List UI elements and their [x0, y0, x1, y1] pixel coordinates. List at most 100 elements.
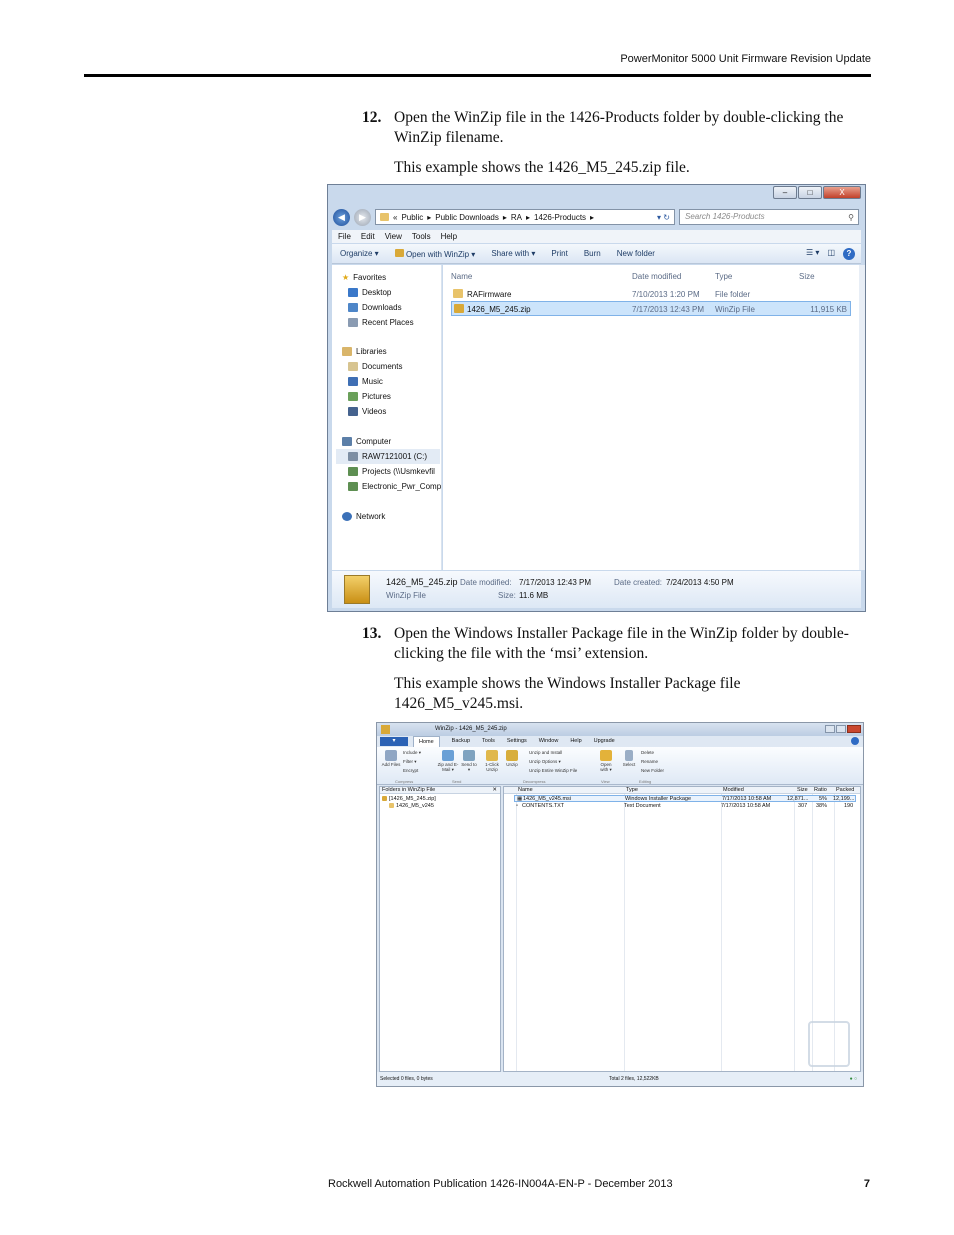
nav-desktop[interactable]: Desktop — [348, 288, 391, 297]
scrollbar[interactable] — [859, 265, 865, 570]
nav-drive-c[interactable]: RAW7121001 (C:) — [336, 449, 440, 464]
nav-computer[interactable]: Computer — [342, 437, 391, 446]
breadcrumb-public[interactable]: Public — [401, 213, 423, 222]
close-button[interactable]: X — [823, 186, 861, 199]
refresh-icon[interactable]: ▾ ↻ — [657, 213, 674, 222]
add-files-button[interactable]: Add Files — [381, 750, 401, 767]
nav-libraries[interactable]: Libraries — [342, 347, 387, 356]
column-size[interactable]: Size — [797, 787, 808, 793]
nav-projects-drive[interactable]: Projects (\\Usmkevfil — [348, 467, 435, 476]
new-folder-button[interactable]: New Folder — [641, 768, 664, 773]
breadcrumb-public-downloads[interactable]: Public Downloads — [435, 213, 499, 222]
back-arrow-icon[interactable]: ◀ — [333, 208, 350, 226]
help-icon[interactable] — [851, 737, 859, 745]
column-name[interactable]: Name — [451, 272, 472, 281]
minimize-button[interactable] — [825, 725, 835, 733]
ribbon-label: Add Files — [381, 762, 401, 767]
print-button[interactable]: Print — [551, 249, 567, 258]
column-type[interactable]: Type — [626, 787, 638, 793]
tab-window[interactable]: Window — [539, 736, 559, 747]
tab-tools[interactable]: Tools — [482, 736, 495, 747]
column-type[interactable]: Type — [715, 272, 732, 281]
tab-settings[interactable]: Settings — [507, 736, 527, 747]
delete-button[interactable]: Delete — [641, 750, 654, 755]
search-icon[interactable]: ⚲ — [848, 211, 854, 225]
nav-videos[interactable]: Videos — [348, 407, 386, 416]
nav-pictures[interactable]: Pictures — [348, 392, 391, 401]
encrypt-button[interactable]: Encrypt — [403, 768, 418, 773]
unzip-button[interactable]: Unzip — [504, 750, 520, 767]
organize-button[interactable]: Organize ▾ — [340, 249, 379, 258]
menu-file[interactable]: File — [338, 230, 351, 243]
search-placeholder: Search 1426-Products — [685, 212, 765, 221]
filter-button[interactable]: Filter ▾ — [403, 759, 417, 765]
burn-button[interactable]: Burn — [584, 249, 601, 258]
nav-documents[interactable]: Documents — [348, 362, 402, 371]
navigation-pane: ★ Favorites Desktop Downloads Recent Plac… — [332, 265, 442, 570]
column-modified[interactable]: Modified — [723, 787, 744, 793]
include-button[interactable]: Include ▾ — [403, 750, 421, 756]
nav-favorites[interactable]: ★ Favorites — [342, 273, 386, 282]
tab-upgrade[interactable]: Upgrade — [594, 736, 615, 747]
forward-arrow-icon[interactable]: ▶ — [354, 208, 371, 226]
step-12: 12. Open the WinZip file in the 1426-Pro… — [362, 108, 862, 148]
breadcrumb-ra[interactable]: RA — [511, 213, 522, 222]
file-menu-button[interactable]: ▾ — [380, 737, 408, 746]
open-with-winzip-button[interactable]: Open with WinZip ▾ — [394, 248, 475, 259]
tree-item-folder[interactable]: 1426_M5_v245 — [389, 803, 434, 809]
help-icon[interactable]: ? — [843, 247, 855, 260]
breadcrumb-1426-products[interactable]: 1426-Products — [534, 213, 586, 222]
unzip-options-button[interactable]: Unzip Options ▾ — [529, 759, 561, 765]
details-filetype: WinZip File — [386, 591, 427, 600]
one-click-unzip-button[interactable]: 1-Click Unzip — [483, 750, 501, 772]
column-ratio[interactable]: Ratio — [814, 787, 827, 793]
archive-row-selected[interactable]: ▦ 1426_M5_v245.msi Windows Installer Pac… — [514, 795, 856, 802]
page-number: 7 — [863, 1178, 870, 1190]
menu-edit[interactable]: Edit — [361, 230, 375, 243]
network-icon — [342, 512, 352, 521]
file-row-selected[interactable]: 1426_M5_245.zip 7/17/2013 12:43 PM WinZi… — [451, 301, 851, 316]
menu-view[interactable]: View — [385, 230, 402, 243]
tree-item-root[interactable]: [1426_M5_245.zip] — [382, 796, 436, 802]
menu-help[interactable]: Help — [441, 230, 457, 243]
column-date-modified[interactable]: Date modified — [632, 272, 681, 281]
nav-recent-places[interactable]: Recent Places — [348, 318, 414, 327]
rename-button[interactable]: Rename — [641, 759, 658, 764]
nav-downloads[interactable]: Downloads — [348, 303, 402, 312]
column-name[interactable]: Name — [518, 787, 533, 793]
nav-label: Electronic_Pwr_Comp — [362, 482, 442, 491]
tab-home[interactable]: Home — [413, 736, 440, 747]
unzip-entire-button[interactable]: Unzip Entire WinZip File — [529, 768, 577, 773]
unzip-and-install-button[interactable]: Unzip and Install — [529, 750, 562, 755]
column-packed[interactable]: Packed — [836, 787, 854, 793]
ribbon-tabs: Home Backup Tools Settings Window Help U… — [377, 736, 863, 747]
preview-pane-icon[interactable]: ◫ — [827, 248, 835, 260]
column-size[interactable]: Size — [799, 272, 815, 281]
address-bar[interactable]: « Public ▸ Public Downloads ▸ RA ▸ 1426-Pro… — [375, 209, 675, 225]
minimize-button[interactable]: – — [773, 186, 797, 199]
step-12-note: This example shows the 1426_M5_245.zip f… — [394, 159, 690, 176]
search-input[interactable]: Search 1426-Products ⚲ — [679, 209, 859, 225]
nav-electronic-drive[interactable]: Electronic_Pwr_Comp — [348, 482, 441, 491]
close-button[interactable] — [847, 725, 861, 733]
close-pane-icon[interactable]: ✕ — [492, 787, 497, 793]
tab-backup[interactable]: Backup — [452, 736, 470, 747]
archive-row[interactable]: ▫ CONTENTS.TXT Text Document 7/17/2013 1… — [514, 803, 856, 810]
computer-icon — [342, 437, 352, 446]
nav-network[interactable]: Network — [342, 512, 385, 521]
music-icon — [348, 377, 358, 386]
tab-help[interactable]: Help — [570, 736, 581, 747]
maximize-button[interactable]: □ — [798, 186, 822, 199]
nav-label: Libraries — [356, 347, 387, 356]
file-row[interactable]: RAFirmware 7/10/2013 1:20 PM File folder — [451, 287, 851, 302]
new-folder-button[interactable]: New folder — [617, 249, 655, 258]
select-button[interactable]: Select — [622, 750, 636, 767]
open-with-button[interactable]: Open with ▾ — [597, 750, 615, 773]
share-with-button[interactable]: Share with ▾ — [491, 249, 535, 258]
nav-music[interactable]: Music — [348, 377, 383, 386]
maximize-button[interactable] — [836, 725, 846, 733]
view-options-icon[interactable]: ☰ ▾ — [806, 248, 819, 260]
zip-and-email-button[interactable]: Zip and E-Mail ▾ — [437, 750, 459, 773]
menu-tools[interactable]: Tools — [412, 230, 431, 243]
send-to-button[interactable]: Send to ▾ — [461, 750, 477, 773]
